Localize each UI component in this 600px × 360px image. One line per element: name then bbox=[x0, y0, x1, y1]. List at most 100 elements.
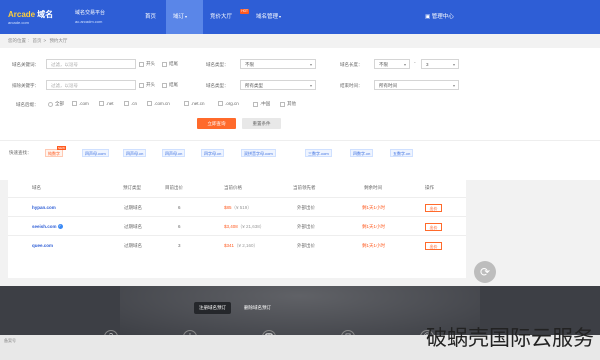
checkbox-box bbox=[218, 101, 223, 106]
bid-button[interactable]: 出价 bbox=[425, 204, 442, 212]
suffix-netcn-checkbox[interactable]: .net.cn bbox=[184, 101, 205, 106]
logo-brand: Arcade bbox=[8, 10, 36, 19]
column-header-action: 操作 bbox=[425, 185, 434, 190]
exclude-start-checkbox[interactable]: 开头 bbox=[139, 82, 155, 88]
breadcrumb-home[interactable]: 首页 bbox=[33, 38, 42, 43]
site-logo[interactable]: Arcade 域名 arcade.com bbox=[8, 7, 64, 27]
domain-type2-value: 所有类型 bbox=[245, 83, 263, 88]
nav-booking[interactable]: 域订▾ bbox=[166, 0, 203, 34]
user-center-label: 管理中心 bbox=[431, 14, 454, 20]
domain-type-select[interactable]: 不限 ▾ bbox=[240, 59, 316, 69]
breadcrumb-current: 预约大厅 bbox=[49, 38, 68, 43]
nav-domain-manage[interactable]: 域名管理▾ bbox=[249, 0, 293, 34]
keyword-input[interactable]: 过滤，以逗号 bbox=[46, 59, 136, 69]
suffix-other-checkbox[interactable]: 其他 bbox=[280, 101, 296, 107]
tab-delete-booking[interactable]: 删除域名预订 bbox=[239, 302, 276, 314]
quick-tag[interactable]: 四声母.com bbox=[82, 149, 109, 157]
remaining-time: 剩1天1小时 bbox=[362, 224, 386, 229]
domain-type-value: 不限 bbox=[245, 62, 254, 67]
main-nav: 首页 域订▾ 竞价大厅 HOT 域名管理▾ bbox=[138, 0, 293, 34]
search-button[interactable]: 立即查询 bbox=[197, 118, 236, 129]
nav-home[interactable]: 首页 bbox=[138, 0, 166, 34]
end-time-select[interactable]: 所有时间 ▾ bbox=[374, 80, 459, 90]
price-usd: $85 bbox=[224, 205, 232, 210]
quick-tag[interactable]: 五数字.cn bbox=[390, 149, 414, 157]
quick-tag[interactable]: 四声母.cn bbox=[123, 149, 147, 157]
exclude-end-checkbox[interactable]: 结尾 bbox=[162, 82, 178, 88]
verified-icon: ✓ bbox=[57, 224, 63, 230]
reset-button[interactable]: 重置条件 bbox=[242, 118, 281, 129]
bid-count: 6 bbox=[178, 205, 181, 210]
table-row: quee.com 过期域名 3 $341（¥ 2,160） 外部出价 剩1天1小… bbox=[8, 235, 466, 254]
tagline-url: ac.arcadm.com bbox=[75, 19, 103, 24]
bid-button[interactable]: 出价 bbox=[425, 223, 442, 231]
end-time-label: 结束时间： bbox=[340, 83, 363, 88]
booking-type: 过期域名 bbox=[124, 205, 142, 210]
chevron-down-icon: ▾ bbox=[452, 83, 455, 88]
table-row: hypan.com 过期域名 6 $85（¥ 519） 外部出价 剩1天1小时 … bbox=[8, 197, 466, 216]
bid-count: 3 bbox=[178, 243, 181, 248]
domain-type2-select[interactable]: 所有类型 ▾ bbox=[240, 80, 316, 90]
refresh-icon[interactable]: ⟳ bbox=[474, 261, 496, 283]
domain-link[interactable]: seeish.com ✓ bbox=[32, 224, 63, 230]
top-header: Arcade 域名 arcade.com 域名交易平台 ac.arcadm.com… bbox=[0, 0, 600, 34]
checkbox-box bbox=[124, 101, 129, 106]
radio-circle bbox=[48, 101, 53, 107]
nav-booking-label: 域订 bbox=[173, 14, 185, 20]
suffix-option-label: .net bbox=[106, 101, 114, 106]
suffix-all-radio[interactable]: 全部 bbox=[48, 101, 64, 107]
quick-tag[interactable]: 四声母.cn bbox=[162, 149, 186, 157]
domain-table: 域名 预订类型 目前出价 当前价格 当前领先者 剩余时间 操作 hypan.co… bbox=[8, 176, 466, 278]
checkbox-box bbox=[139, 82, 144, 88]
tab-register-booking[interactable]: 注册域名预订 bbox=[194, 302, 231, 314]
keyword-label: 域名关键词： bbox=[12, 62, 39, 67]
footer-record-text: 备案号 bbox=[4, 338, 16, 343]
suffix-option-label: 全部 bbox=[55, 101, 64, 106]
quick-tag[interactable]: 四字母.cn bbox=[201, 149, 225, 157]
chevron-down-icon: ▾ bbox=[452, 62, 455, 67]
suffix-option-label: .com bbox=[79, 101, 89, 106]
nav-auction-label: 竞价大厅 bbox=[210, 14, 233, 20]
suffix-orgcn-checkbox[interactable]: .org.cn bbox=[218, 101, 239, 106]
chevron-down-icon: ▾ bbox=[403, 62, 406, 67]
length-to-select[interactable]: 3 ▾ bbox=[421, 59, 459, 69]
quick-find-bar: 快速查找： 纯数字 NEW 四声母.com 四声母.cn 四声母.cn 四字母.c… bbox=[0, 140, 600, 162]
keyword-start-checkbox[interactable]: 开头 bbox=[139, 61, 155, 67]
leader: 外部出价 bbox=[297, 205, 315, 210]
suffix-com-checkbox[interactable]: .com bbox=[72, 101, 89, 106]
price-cny: （¥ 2,160） bbox=[234, 243, 259, 248]
column-header-leader: 当前领先者 bbox=[293, 185, 316, 190]
tagline: 域名交易平台 ac.arcadm.com bbox=[75, 9, 105, 24]
chevron-down-icon: ▾ bbox=[309, 83, 312, 88]
column-header-price: 当前价格 bbox=[224, 185, 242, 190]
quick-tag[interactable]: 三数字.com bbox=[305, 149, 332, 157]
checkbox-box bbox=[162, 82, 167, 88]
chevron-down-icon: ▾ bbox=[279, 14, 282, 19]
length-from-select[interactable]: 不限 ▾ bbox=[374, 59, 410, 69]
nav-auction-hall[interactable]: 竞价大厅 HOT bbox=[203, 0, 249, 34]
suffix-option-label: .cn bbox=[131, 101, 138, 106]
keyword-end-checkbox[interactable]: 结尾 bbox=[162, 61, 178, 67]
length-to-value: 3 bbox=[426, 62, 429, 67]
length-label: 域名长度： bbox=[340, 62, 363, 67]
booking-type: 过期域名 bbox=[124, 243, 142, 248]
end-time-value: 所有时间 bbox=[379, 83, 397, 88]
chevron-down-icon: ▾ bbox=[185, 14, 188, 19]
user-center-link[interactable]: ▣ 管理中心 bbox=[425, 0, 454, 34]
domain-link[interactable]: hypan.com bbox=[32, 205, 56, 210]
logo-text: 域名 bbox=[37, 10, 54, 19]
suffix-zhongguo-checkbox[interactable]: .中国 bbox=[253, 101, 270, 107]
price-cny: （¥ 519） bbox=[231, 205, 252, 210]
exclude-input[interactable]: 过滤，以逗号 bbox=[46, 80, 136, 90]
suffix-cn-checkbox[interactable]: .cn bbox=[124, 101, 137, 106]
tagline-title: 域名交易平台 bbox=[75, 10, 106, 16]
column-header-type: 预订类型 bbox=[123, 185, 141, 190]
quick-tag[interactable]: 双拼音字母.com bbox=[241, 149, 276, 157]
suffix-comcn-checkbox[interactable]: .com.cn bbox=[147, 101, 170, 106]
bid-button[interactable]: 出价 bbox=[425, 242, 442, 250]
quick-tag[interactable]: 四数字.cn bbox=[350, 149, 374, 157]
domain-link[interactable]: quee.com bbox=[32, 243, 53, 248]
exclude-start-label: 开头 bbox=[146, 82, 155, 87]
quick-tag[interactable]: 纯数字 NEW bbox=[45, 146, 66, 157]
suffix-net-checkbox[interactable]: .net bbox=[99, 101, 114, 106]
